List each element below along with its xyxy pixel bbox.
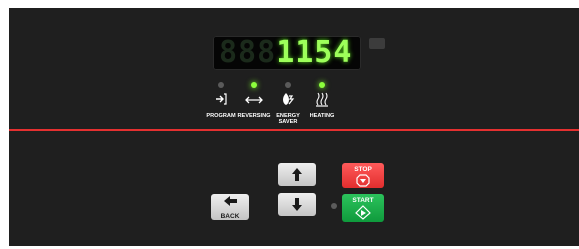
heating-led (319, 82, 325, 88)
control-panel: 8881154 PROGRAM REVERSING ENERGY SAVER H… (9, 8, 579, 246)
run-status-led (331, 203, 337, 209)
red-divider (9, 129, 579, 131)
start-label: START (352, 197, 374, 204)
stop-label: STOP (354, 166, 372, 173)
inactive-digits: 888 (219, 35, 277, 70)
up-button[interactable] (278, 163, 316, 186)
back-button[interactable]: BACK (211, 194, 249, 220)
arrow-up-icon (292, 168, 302, 181)
back-label: BACK (220, 213, 240, 220)
display-indicator-block (369, 38, 385, 49)
heating-waves-icon (316, 92, 328, 107)
display-value: 1154 (276, 35, 353, 70)
start-diamond-icon (355, 205, 371, 220)
stop-octagon-icon (356, 174, 370, 187)
start-button[interactable]: START (342, 194, 384, 222)
indicator-heating: HEATING (290, 82, 354, 119)
arrow-left-icon (224, 196, 237, 206)
arrow-down-icon (292, 198, 302, 211)
stop-button[interactable]: STOP (342, 163, 384, 188)
down-button[interactable] (278, 193, 316, 216)
digital-display: 8881154 (213, 36, 361, 70)
heating-label: HEATING (309, 113, 335, 119)
